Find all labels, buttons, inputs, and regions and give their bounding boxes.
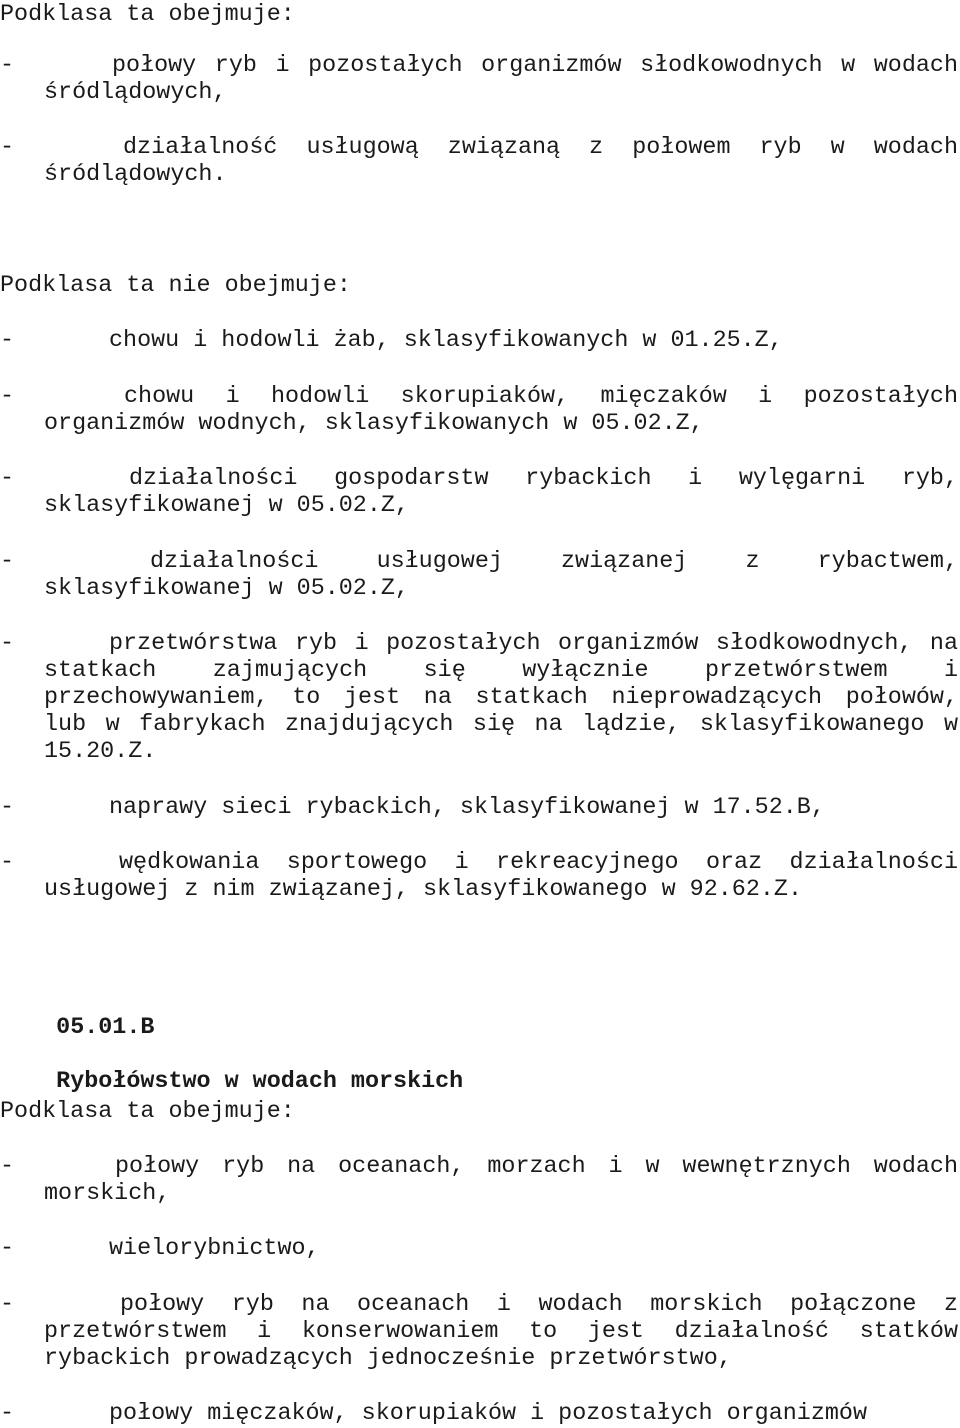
- list-item: - chowu i hodowli skorupiaków, mięczaków…: [0, 384, 958, 438]
- list-item-text: organizmów wodnych, sklasyfikowanych w 0…: [44, 411, 704, 437]
- list-item-text: naprawy sieci rybackich, sklasyfikowanej…: [109, 795, 825, 821]
- list-item: - połowy ryb i pozostałych organizmów sł…: [0, 53, 958, 107]
- list-item: - chowu i hodowli żab, sklasyfikowanych …: [0, 328, 958, 355]
- list-item: - działalność usługową związaną z połowe…: [0, 135, 958, 189]
- list-item-text: rybackich prowadzących jednocześnie prze…: [44, 1346, 732, 1372]
- list-item-text: usługowej z nim związanej, sklasyfikowan…: [44, 877, 802, 903]
- list-item: - działalności gospodarstw rybackich i w…: [0, 466, 958, 520]
- list-item-text: statkach zajmujących się wyłącznie przet…: [44, 658, 958, 684]
- list-item: - połowy ryb na oceanach, morzach i w we…: [0, 1154, 958, 1208]
- list-item-text: 15.20.Z.: [44, 739, 157, 765]
- list-item-text: chowu i hodowli skorupiaków, mięczaków i…: [124, 384, 958, 410]
- list-item-text: przechowywaniem, to jest na statkach nie…: [44, 685, 958, 711]
- list-item-text: przetwórstwa ryb i pozostałych organizmó…: [109, 631, 958, 657]
- bullet-dash: -: [0, 795, 15, 821]
- list-item-text: działalności gospodarstw rybackich i wyl…: [129, 466, 958, 492]
- list-item-text: morskich,: [44, 1181, 171, 1207]
- list-item-text: sklasyfikowanej w 05.02.Z,: [44, 576, 409, 602]
- section-title: Rybołówstwo w wodach morskich: [56, 1069, 464, 1095]
- bullet-dash: -: [0, 1401, 15, 1427]
- list-item: - wędkowania sportowego i rekreacyjnego …: [0, 850, 958, 904]
- list-item-text: sklasyfikowanej w 05.02.Z,: [44, 493, 409, 519]
- list-item-text: wielorybnictwo,: [109, 1236, 320, 1262]
- bullet-dash: -: [0, 328, 15, 354]
- list-item-text: przetwórstwem i konserwowaniem to jest d…: [44, 1319, 958, 1345]
- section-intro-label: Podklasa ta obejmuje:: [0, 2, 295, 28]
- list-item-text: lub w fabrykach znajdujących się na lądz…: [44, 712, 958, 738]
- list-item-text: wędkowania sportowego i rekreacyjnego or…: [119, 850, 958, 876]
- list-item-text: śródlądowych,: [44, 80, 227, 106]
- bullet-dash: -: [0, 53, 15, 79]
- list-item: - wielorybnictwo,: [0, 1236, 958, 1263]
- bullet-dash: -: [0, 466, 15, 492]
- bullet-dash: -: [0, 631, 15, 657]
- section-code: 05.01.B: [56, 1015, 155, 1041]
- section-intro-label: Podklasa ta nie obejmuje:: [0, 273, 351, 299]
- list-item-text: połowy ryb i pozostałych organizmów słod…: [112, 53, 958, 79]
- list-item-text: chowu i hodowli żab, sklasyfikowanych w …: [109, 328, 783, 354]
- bullet-dash: -: [0, 1292, 15, 1318]
- list-item-text: śródlądowych.: [44, 162, 227, 188]
- list-item-text: połowy ryb na oceanach, morzach i w wewn…: [115, 1154, 958, 1180]
- bullet-dash: -: [0, 549, 15, 575]
- section-intro-label: Podklasa ta obejmuje:: [0, 1099, 295, 1125]
- list-item-text: połowy ryb na oceanach i wodach morskich…: [120, 1292, 958, 1318]
- list-item-text: połowy mięczaków, skorupiaków i pozostał…: [109, 1401, 867, 1427]
- bullet-dash: -: [0, 1236, 15, 1262]
- list-item: - naprawy sieci rybackich, sklasyfikowan…: [0, 795, 958, 822]
- list-item: - przetwórstwa ryb i pozostałych organiz…: [0, 631, 958, 766]
- bullet-dash: -: [0, 1154, 15, 1180]
- bullet-dash: -: [0, 135, 15, 161]
- list-item: - połowy ryb na oceanach i wodach morski…: [0, 1292, 958, 1373]
- list-item: - połowy mięczaków, skorupiaków i pozost…: [0, 1401, 958, 1428]
- list-item-text: działalności usługowej związanej z rybac…: [150, 549, 958, 575]
- list-item: - działalności usługowej związanej z ryb…: [0, 549, 958, 603]
- bullet-dash: -: [0, 850, 15, 876]
- list-item-text: działalność usługową związaną z połowem …: [123, 135, 958, 161]
- bullet-dash: -: [0, 384, 15, 410]
